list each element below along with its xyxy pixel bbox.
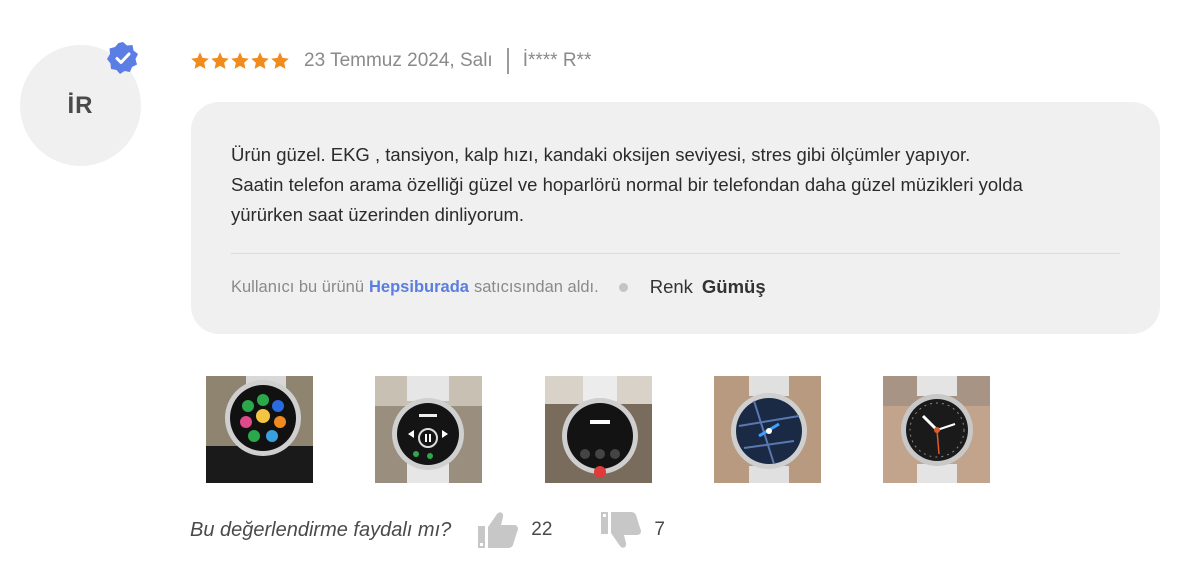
star-icon: [211, 52, 229, 69]
seller-link[interactable]: Hepsiburada: [369, 278, 469, 297]
review-line: Saatin telefon arama özelliği güzel ve h…: [231, 174, 1023, 195]
watch-photo-apps: [206, 376, 313, 483]
thumbs-down-icon: [601, 512, 642, 548]
avatar-initials: İR: [67, 91, 94, 119]
review-header: 23 Temmuz 2024, Salı İ**** R**: [190, 46, 591, 76]
reviewer-name: İ**** R**: [522, 50, 592, 71]
helpful-question: Bu değerlendirme faydalı mı?: [190, 518, 452, 541]
star-icon: [231, 52, 249, 69]
like-count: 22: [531, 519, 553, 540]
like-button[interactable]: 22: [477, 510, 552, 550]
star-icon: [271, 52, 289, 69]
review-photo[interactable]: [545, 376, 652, 483]
review-line: yürürken saat üzerinden dinliyorum.: [231, 204, 525, 225]
review-photo[interactable]: [206, 376, 313, 483]
watch-photo-watchface: [883, 376, 990, 483]
review-text: Ürün güzel. EKG , tansiyon, kalp hızı, k…: [231, 140, 1131, 230]
separator: [506, 48, 509, 74]
watch-photo-music: [375, 376, 482, 483]
divider: [231, 253, 1120, 254]
review-bubble: Ürün güzel. EKG , tansiyon, kalp hızı, k…: [191, 102, 1160, 334]
rating-stars: [190, 51, 290, 71]
watch-photo-map: [714, 376, 821, 483]
star-icon: [191, 52, 209, 69]
dislike-button[interactable]: 7: [600, 510, 665, 550]
watch-photo-call: [545, 376, 652, 483]
review-line: Ürün güzel. EKG , tansiyon, kalp hızı, k…: [231, 144, 971, 165]
purchase-info: Kullanıcı bu ürünü Hepsiburada satıcısın…: [231, 272, 766, 302]
helpful-section: Bu değerlendirme faydalı mı? 22 7: [190, 510, 665, 550]
review-photo[interactable]: [714, 376, 821, 483]
purchase-prefix: Kullanıcı bu ürünü: [231, 277, 365, 296]
dislike-count: 7: [654, 519, 665, 540]
purchase-suffix: satıcısından aldı.: [473, 277, 599, 296]
thumbs-up-icon: [478, 512, 519, 548]
dot-separator: [618, 282, 628, 292]
review-date: 23 Temmuz 2024, Salı: [304, 50, 493, 71]
star-icon: [251, 52, 269, 69]
verified-badge-icon: [107, 42, 138, 74]
review-photo[interactable]: [883, 376, 990, 483]
attribute-name: Renk: [649, 276, 693, 297]
review-photo[interactable]: [375, 376, 482, 483]
attribute-value: Gümüş: [701, 276, 766, 297]
